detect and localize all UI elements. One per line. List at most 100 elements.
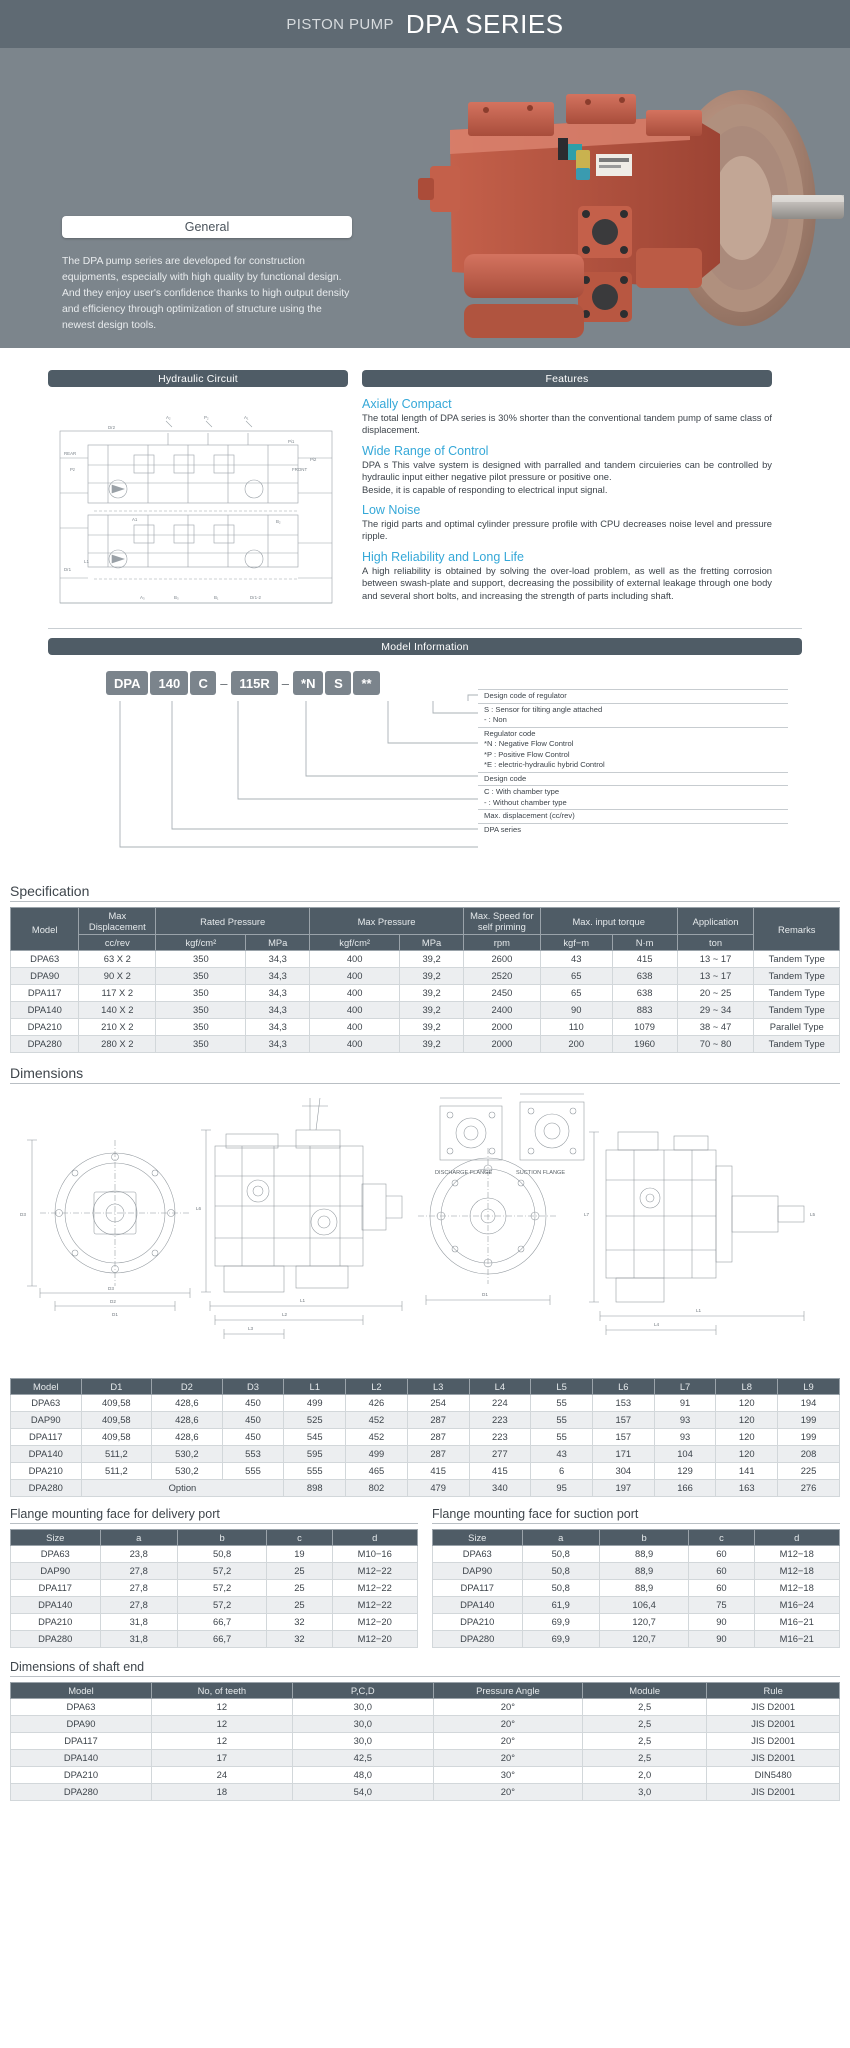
- cell-value: 304: [591, 1462, 655, 1480]
- table-header-row: Model No, of teeth P,C,D Pressure Angle Modu…: [10, 1682, 840, 1699]
- svg-text:A₃: A₃: [140, 595, 145, 600]
- cell-value: 39,2: [399, 950, 464, 968]
- cell-value: 415: [406, 1462, 470, 1480]
- cell-value: 479: [406, 1479, 470, 1497]
- table-row: DAP90 409,58 428,6 450 525 452 287 223 55 157 93 12…: [10, 1411, 840, 1429]
- col-application: Application: [676, 907, 755, 935]
- cell-value: 55: [530, 1411, 593, 1429]
- cell-value: M12−18: [753, 1545, 840, 1563]
- cell-value: 12: [150, 1715, 293, 1733]
- table-row: DPA280 280 X 2 350 34,3 400 39,2 2000 200 1960 70…: [9, 1035, 840, 1053]
- cell-model: DPA280: [10, 1630, 101, 1648]
- cell-value: 120: [715, 1394, 779, 1412]
- table-row: DPA140 61,9 106,4 75 M16−24: [432, 1596, 840, 1614]
- col-l4: L4: [468, 1378, 532, 1395]
- cell-model: DPA210: [10, 1462, 82, 1480]
- cell-value: 2400: [462, 1001, 541, 1019]
- cell-value: 50,8: [521, 1579, 600, 1597]
- col-l7: L7: [653, 1378, 717, 1395]
- dimensions-title: Dimensions: [10, 1065, 840, 1084]
- svg-text:D3: D3: [108, 1286, 114, 1291]
- cell-value: 13 ~ 17: [676, 950, 755, 968]
- legend-line: Design code: [484, 773, 527, 783]
- cell-value: 426: [345, 1394, 408, 1412]
- cell-value: 2,5: [581, 1732, 708, 1750]
- cell-value: 415: [611, 950, 678, 968]
- col-l3: L3: [406, 1378, 470, 1395]
- cell-value: 69,9: [521, 1630, 600, 1648]
- cell-value: 400: [309, 967, 401, 985]
- cell-value: 20 ~ 25: [676, 984, 755, 1002]
- table-row: DPA210 69,9 120,7 90 M16−21: [432, 1613, 840, 1631]
- cell-value: 638: [611, 967, 678, 985]
- svg-text:D1: D1: [112, 1312, 118, 1317]
- cell-value: 30,0: [291, 1732, 434, 1750]
- cell-value: 2600: [462, 950, 541, 968]
- unit-kgfcm2: kgf/cm²: [309, 934, 401, 951]
- table-row: DPA140 27,8 57,2 25 M12−22: [10, 1596, 418, 1614]
- cell-value: 1960: [611, 1035, 678, 1053]
- cell-model: DPA140: [10, 1749, 152, 1767]
- cell-value: 34,3: [245, 1001, 311, 1019]
- cell-value: 400: [309, 1018, 401, 1036]
- cell-value: 90 X 2: [78, 967, 157, 985]
- legend-line: C : With chamber type: [484, 787, 560, 796]
- cell-value: M10−16: [331, 1545, 418, 1563]
- circuit-features-row: Hydraulic Circuit A₂ P₂ A₁ Dr2 Pi1 REAR …: [0, 348, 850, 618]
- cell-value: 194: [777, 1394, 840, 1412]
- cell-value: 34,3: [245, 984, 311, 1002]
- page-title: DPA SERIES: [405, 8, 564, 39]
- cell-value: 415: [468, 1462, 532, 1480]
- legend-line: Max. displacement (cc/rev): [484, 811, 575, 820]
- cell-value: 75: [688, 1596, 755, 1614]
- cell-value: 66,7: [176, 1613, 268, 1631]
- table-row: DPA63 50,8 88,9 60 M12−18: [432, 1545, 840, 1563]
- cell-value: 20°: [432, 1732, 583, 1750]
- model-code-legend: Design code of regulator S : Sensor for …: [478, 689, 788, 836]
- svg-text:A1: A1: [132, 517, 138, 522]
- cell-model: DPA210: [432, 1613, 523, 1631]
- col-l9: L9: [777, 1378, 840, 1395]
- cell-value: 32: [266, 1613, 333, 1631]
- legend-line: S : Sensor for tilting angle attached: [484, 704, 603, 714]
- legend-group: Design code: [478, 771, 788, 786]
- cell-value: M12−22: [331, 1596, 418, 1614]
- cell-value: 55: [530, 1428, 593, 1446]
- cell-value: 39,2: [399, 1001, 464, 1019]
- cell-value: 23,8: [99, 1545, 178, 1563]
- shaft-end-table-body: DPA63 12 30,0 20° 2,5 JIS D2001 DPA90 12 30,0 20°…: [10, 1698, 840, 1801]
- specification-title: Specification: [10, 883, 840, 902]
- model-information-header: Model Information: [48, 638, 802, 655]
- cell-value: 57,2: [176, 1579, 268, 1597]
- cell-value: 25: [266, 1596, 333, 1614]
- flange-delivery-table: Size a b c d DPA63 23,8 50,8 19 M10−16 DAP90 27,8 5…: [10, 1529, 418, 1648]
- hydraulic-circuit-column: Hydraulic Circuit A₂ P₂ A₁ Dr2 Pi1 REAR …: [48, 370, 348, 618]
- cell-value: 88,9: [598, 1562, 690, 1580]
- cell-model: DPA210: [10, 1766, 152, 1784]
- table-row: DPA210 511,2 530,2 555 555 465 415 415 6 304 129 14…: [10, 1462, 840, 1480]
- cell-value: 409,58: [80, 1411, 153, 1429]
- cell-value: 157: [591, 1411, 655, 1429]
- model-code-builder: DPA 140 C – 115R – *N S ** Design code o…: [48, 671, 802, 871]
- col-d: d: [753, 1529, 840, 1546]
- cell-value: 30,0: [291, 1715, 434, 1733]
- cell-value: 450: [221, 1394, 285, 1412]
- cell-value: 27,8: [99, 1579, 178, 1597]
- cell-value: M16−24: [753, 1596, 840, 1614]
- col-l5: L5: [530, 1378, 593, 1395]
- cell-value: 106,4: [598, 1596, 690, 1614]
- table-row: DPA63 23,8 50,8 19 M10−16: [10, 1545, 418, 1563]
- general-card: General The DPA pump series are develope…: [62, 216, 352, 334]
- col-l1: L1: [283, 1378, 347, 1395]
- cell-model: DPA63: [9, 950, 80, 968]
- feature-body: The rigid parts and optimal cylinder pre…: [362, 518, 772, 542]
- cell-value: 12: [150, 1732, 293, 1750]
- cell-value: 70 ~ 80: [676, 1035, 755, 1053]
- cell-model: DPA63: [432, 1545, 523, 1563]
- cell-value: 225: [777, 1462, 840, 1480]
- cell-value: 595: [283, 1445, 347, 1463]
- cell-value: 450: [221, 1411, 285, 1429]
- table-row: DPA90 90 X 2 350 34,3 400 39,2 2520 65 638 13 ~ 1…: [9, 967, 840, 985]
- table-row: DPA140 511,2 530,2 553 595 499 287 277 43 171 104 1…: [10, 1445, 840, 1463]
- cell-value: 525: [283, 1411, 347, 1429]
